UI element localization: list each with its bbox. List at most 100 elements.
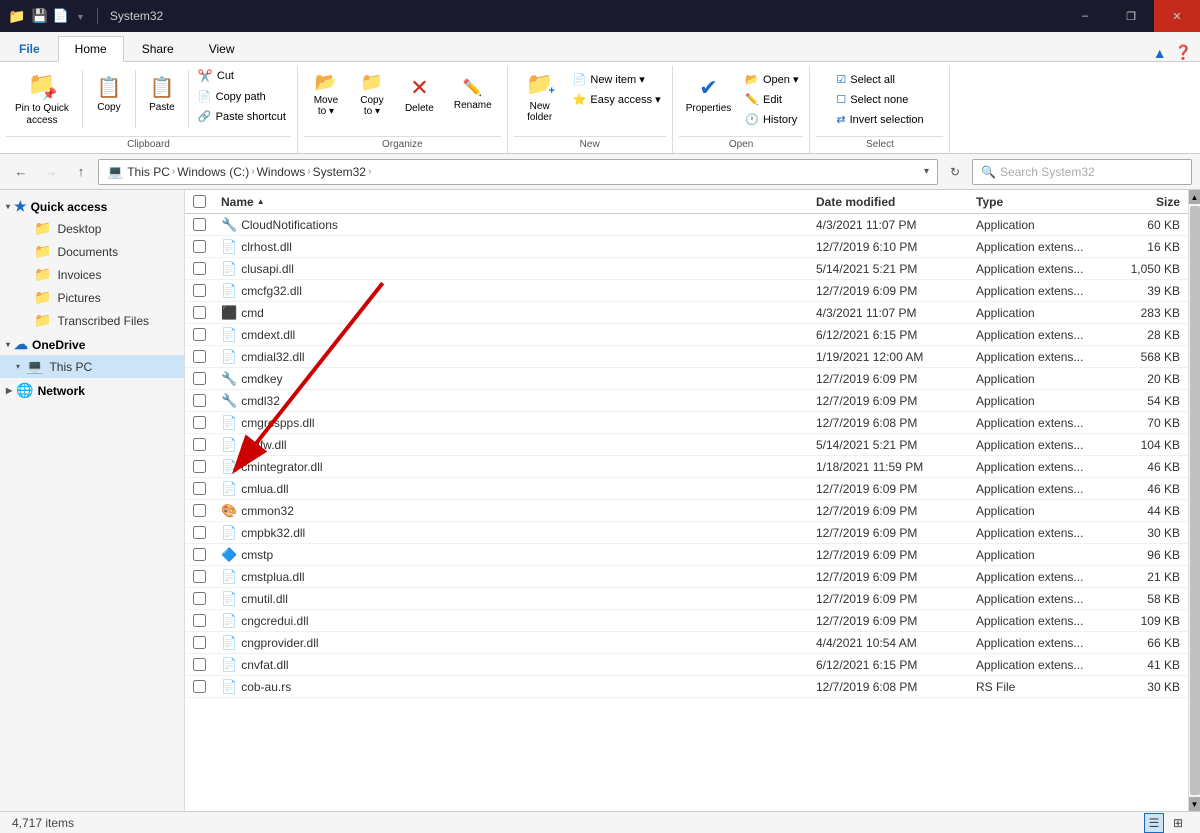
- select-all-button[interactable]: ☑ Select all: [831, 70, 928, 89]
- new-folder-button[interactable]: 📁 + Newfolder: [514, 66, 566, 128]
- back-button[interactable]: ←: [8, 159, 34, 185]
- table-row[interactable]: 📄 cnvfat.dll 6/12/2021 6:15 PM Applicati…: [185, 654, 1188, 676]
- edit-button[interactable]: ✏️ Edit: [740, 90, 803, 109]
- row-checkbox[interactable]: [185, 416, 213, 429]
- row-checkbox[interactable]: [185, 284, 213, 297]
- easy-access-button[interactable]: ⭐ Easy access ▾: [568, 90, 666, 109]
- vertical-scrollbar[interactable]: ▲ ▼: [1188, 190, 1200, 811]
- sidebar-item-pictures[interactable]: 📁 Pictures: [0, 286, 184, 309]
- file-checkbox[interactable]: [193, 548, 206, 561]
- row-checkbox[interactable]: [185, 240, 213, 253]
- collapse-ribbon-button[interactable]: ▲: [1153, 45, 1167, 61]
- tab-home[interactable]: Home: [58, 36, 124, 62]
- table-row[interactable]: 🔧 CloudNotifications 4/3/2021 11:07 PM A…: [185, 214, 1188, 236]
- breadcrumb-drive[interactable]: Windows (C:): [177, 165, 249, 179]
- invert-selection-button[interactable]: ⇄ Invert selection: [831, 110, 928, 129]
- copy-to-button[interactable]: 📁 Copyto ▾: [350, 66, 394, 122]
- table-row[interactable]: 📄 cmlua.dll 12/7/2019 6:09 PM Applicatio…: [185, 478, 1188, 500]
- up-button[interactable]: ↑: [68, 159, 94, 185]
- select-none-button[interactable]: ☐ Select none: [831, 90, 928, 109]
- table-row[interactable]: 🎨 cmmon32 12/7/2019 6:09 PM Application …: [185, 500, 1188, 522]
- scroll-down-button[interactable]: ▼: [1189, 797, 1200, 811]
- search-box[interactable]: 🔍 Search System32: [972, 159, 1192, 185]
- file-checkbox[interactable]: [193, 416, 206, 429]
- table-row[interactable]: 📄 clusapi.dll 5/14/2021 5:21 PM Applicat…: [185, 258, 1188, 280]
- table-row[interactable]: 📄 cmcfg32.dll 12/7/2019 6:09 PM Applicat…: [185, 280, 1188, 302]
- address-box[interactable]: 💻 This PC › Windows (C:) › Windows › Sys…: [98, 159, 938, 185]
- file-checkbox[interactable]: [193, 240, 206, 253]
- new-item-button[interactable]: 📄 New item ▾: [568, 70, 666, 89]
- file-checkbox[interactable]: [193, 504, 206, 517]
- tab-view[interactable]: View: [192, 35, 252, 61]
- move-to-button[interactable]: 📂 Moveto ▾: [304, 66, 348, 122]
- table-row[interactable]: 📄 clrhost.dll 12/7/2019 6:10 PM Applicat…: [185, 236, 1188, 258]
- row-checkbox[interactable]: [185, 482, 213, 495]
- col-date-header[interactable]: Date modified: [808, 195, 968, 209]
- scroll-up-button[interactable]: ▲: [1189, 190, 1200, 204]
- table-row[interactable]: ⬛ cmd 4/3/2021 11:07 PM Application 283 …: [185, 302, 1188, 324]
- select-all-checkbox[interactable]: [193, 195, 206, 208]
- row-checkbox[interactable]: [185, 614, 213, 627]
- tab-file[interactable]: File: [2, 35, 57, 61]
- row-checkbox[interactable]: [185, 680, 213, 693]
- details-view-button[interactable]: ☰: [1144, 813, 1164, 833]
- row-checkbox[interactable]: [185, 328, 213, 341]
- delete-button[interactable]: ✕ Delete: [396, 66, 443, 122]
- file-checkbox[interactable]: [193, 372, 206, 385]
- table-row[interactable]: 📄 cmpbk32.dll 12/7/2019 6:09 PM Applicat…: [185, 522, 1188, 544]
- table-row[interactable]: 📄 cob-au.rs 12/7/2019 6:08 PM RS File 30…: [185, 676, 1188, 698]
- breadcrumb-windows[interactable]: Windows: [257, 165, 306, 179]
- table-row[interactable]: 📄 cmdext.dll 6/12/2021 6:15 PM Applicati…: [185, 324, 1188, 346]
- table-row[interactable]: 📄 cmdial32.dll 1/19/2021 12:00 AM Applic…: [185, 346, 1188, 368]
- row-checkbox[interactable]: [185, 306, 213, 319]
- pin-to-quick-access-button[interactable]: 📁 📌 Pin to Quickaccess: [6, 66, 78, 132]
- col-name-header[interactable]: Name ▲: [213, 195, 808, 209]
- file-checkbox[interactable]: [193, 284, 206, 297]
- tab-share[interactable]: Share: [125, 35, 191, 61]
- row-checkbox[interactable]: [185, 548, 213, 561]
- cut-button[interactable]: ✂️ Cut: [193, 66, 291, 86]
- table-row[interactable]: 📄 cmgrcspps.dll 12/7/2019 6:08 PM Applic…: [185, 412, 1188, 434]
- open-dropdown-button[interactable]: 📂 Open ▾: [740, 70, 803, 89]
- address-dropdown-icon[interactable]: ▾: [924, 166, 929, 177]
- minimize-button[interactable]: –: [1062, 0, 1108, 32]
- file-checkbox[interactable]: [193, 218, 206, 231]
- large-icons-view-button[interactable]: ⊞: [1168, 813, 1188, 833]
- help-button[interactable]: ❓: [1175, 44, 1192, 61]
- table-row[interactable]: 📄 cmifw.dll 5/14/2021 5:21 PM Applicatio…: [185, 434, 1188, 456]
- row-checkbox[interactable]: [185, 570, 213, 583]
- row-checkbox[interactable]: [185, 438, 213, 451]
- table-row[interactable]: 📄 cngcredui.dll 12/7/2019 6:09 PM Applic…: [185, 610, 1188, 632]
- file-checkbox[interactable]: [193, 394, 206, 407]
- file-checkbox[interactable]: [193, 482, 206, 495]
- sidebar-item-invoices[interactable]: 📁 Invoices: [0, 263, 184, 286]
- breadcrumb-system32[interactable]: System32: [313, 165, 366, 179]
- file-checkbox[interactable]: [193, 526, 206, 539]
- properties-button[interactable]: ✔ Properties: [679, 66, 739, 122]
- table-row[interactable]: 📄 cmutil.dll 12/7/2019 6:09 PM Applicati…: [185, 588, 1188, 610]
- scroll-thumb[interactable]: [1190, 206, 1200, 795]
- file-checkbox[interactable]: [193, 636, 206, 649]
- file-checkbox[interactable]: [193, 592, 206, 605]
- row-checkbox[interactable]: [185, 658, 213, 671]
- row-checkbox[interactable]: [185, 592, 213, 605]
- file-checkbox[interactable]: [193, 262, 206, 275]
- maximize-button[interactable]: ❐: [1108, 0, 1154, 32]
- copy-path-button[interactable]: 📄 Copy path: [193, 87, 291, 106]
- row-checkbox[interactable]: [185, 218, 213, 231]
- table-row[interactable]: 🔧 cmdkey 12/7/2019 6:09 PM Application 2…: [185, 368, 1188, 390]
- table-row[interactable]: 📄 cmstplua.dll 12/7/2019 6:09 PM Applica…: [185, 566, 1188, 588]
- table-row[interactable]: 📄 cmintegrator.dll 1/18/2021 11:59 PM Ap…: [185, 456, 1188, 478]
- breadcrumb-thispc[interactable]: This PC: [127, 165, 170, 179]
- sidebar-quick-access-header[interactable]: ▾ ★ Quick access: [0, 194, 184, 217]
- table-row[interactable]: 📄 cngprovider.dll 4/4/2021 10:54 AM Appl…: [185, 632, 1188, 654]
- file-checkbox[interactable]: [193, 328, 206, 341]
- row-checkbox[interactable]: [185, 262, 213, 275]
- file-checkbox[interactable]: [193, 438, 206, 451]
- col-type-header[interactable]: Type: [968, 195, 1108, 209]
- close-button[interactable]: ✕: [1154, 0, 1200, 32]
- rename-button[interactable]: ✏️ Rename: [445, 66, 501, 122]
- paste-shortcut-button[interactable]: 🔗 Paste shortcut: [193, 107, 291, 126]
- table-row[interactable]: 🔧 cmdl32 12/7/2019 6:09 PM Application 5…: [185, 390, 1188, 412]
- row-checkbox[interactable]: [185, 372, 213, 385]
